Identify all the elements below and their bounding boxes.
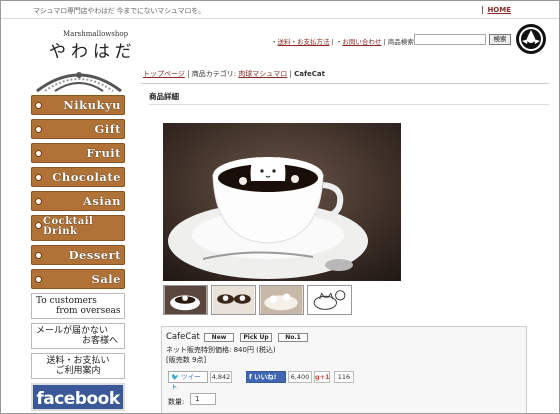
- search-button[interactable]: 検索: [489, 34, 511, 45]
- twitter-bird-icon: 🐦: [171, 373, 180, 381]
- gplus-count: 116: [334, 371, 354, 383]
- ornament-icon: [36, 72, 122, 93]
- guide-line-1: 送料・お支払い: [46, 356, 110, 366]
- product-thumbnail[interactable]: [307, 285, 352, 315]
- section-title: 商品詳細: [149, 92, 179, 101]
- product-thumbnail[interactable]: [211, 285, 256, 315]
- pickup-badge: Pick Up: [240, 333, 272, 342]
- separator: |: [331, 38, 334, 46]
- google-plus-button[interactable]: g+1: [314, 371, 330, 383]
- page-frame: マシュマロ専門店やわはだ 今までにないマシュマロを。 HOME Marshmal…: [0, 0, 560, 414]
- overseas-banner[interactable]: To customers from overseas: [31, 293, 125, 319]
- product-price: ネット販売特別価格: 840円 (税込): [166, 346, 276, 354]
- facebook-f-icon: f: [249, 373, 252, 381]
- guide-banner[interactable]: 送料・お支払い ご利用案内: [31, 353, 125, 379]
- quantity-label: 数量:: [168, 398, 185, 406]
- category-label: Gift: [94, 122, 121, 136]
- category-fruit[interactable]: Fruit: [31, 143, 125, 163]
- guide-line-2: ご利用案内: [55, 366, 101, 376]
- contact-link[interactable]: お問い合わせ: [342, 36, 381, 46]
- product-name: CafeCat: [166, 332, 200, 342]
- product-thumbnail[interactable]: [163, 285, 208, 315]
- category-cocktail-drink[interactable]: Cocktail Drink: [31, 215, 125, 241]
- divider: [149, 104, 549, 105]
- family-crest-icon: [516, 24, 546, 54]
- shop-logo[interactable]: やわはだ: [49, 37, 137, 62]
- tweet-count: 4,842: [210, 371, 232, 383]
- mail-help-banner[interactable]: メールが届かない お客様へ: [31, 323, 125, 349]
- search-input[interactable]: [414, 34, 486, 45]
- category-label: Sale: [91, 272, 121, 286]
- new-badge: New: [204, 333, 234, 342]
- home-link[interactable]: HOME: [482, 6, 511, 14]
- category-nikukyu[interactable]: Nikukyu: [31, 95, 125, 115]
- breadcrumb-category-label: 商品カテゴリ:: [191, 70, 237, 78]
- shop-tagline: マシュマロ専門店やわはだ 今までにないマシュマロを。: [33, 7, 205, 15]
- thumbnail-strip: [163, 285, 403, 315]
- facebook-banner[interactable]: facebook: [31, 383, 125, 411]
- breadcrumb: トップページ | 商品カテゴリ: 肉球マシュマロ | CafeCat: [143, 69, 325, 79]
- category-label: Chocolate: [52, 170, 121, 184]
- category-gift[interactable]: Gift: [31, 119, 125, 139]
- overseas-line-1: To customers: [36, 296, 97, 306]
- category-label: Fruit: [86, 146, 121, 160]
- search-label: 商品検索:: [387, 38, 416, 46]
- facebook-like-button[interactable]: f いいね!: [246, 371, 286, 383]
- category-dessert[interactable]: Dessert: [31, 245, 125, 265]
- mail-line-2: お客様へ: [81, 336, 118, 346]
- breadcrumb-top-link[interactable]: トップページ: [143, 70, 185, 78]
- sidebar: Nikukyu Gift Fruit Chocolate Asian Cockt…: [31, 63, 127, 411]
- shipping-link[interactable]: 送料・お支払方法: [278, 36, 330, 46]
- like-count: 6,400: [288, 371, 312, 383]
- breadcrumb-category-link[interactable]: 肉球マシュマロ: [238, 70, 287, 78]
- separator: |: [383, 38, 386, 46]
- breadcrumb-current: CafeCat: [294, 70, 325, 78]
- divider: [141, 83, 549, 84]
- product-thumbnail[interactable]: [259, 285, 304, 315]
- stock-count: [販売数 9点]: [166, 356, 207, 364]
- category-asian[interactable]: Asian: [31, 191, 125, 211]
- category-chocolate[interactable]: Chocolate: [31, 167, 125, 187]
- top-bar: マシュマロ専門店やわはだ 今までにないマシュマロを。 HOME: [1, 1, 559, 19]
- mail-line-1: メールが届かない: [36, 326, 109, 336]
- tweet-button[interactable]: 🐦 ツイート: [168, 371, 208, 391]
- product-main-image[interactable]: [163, 123, 401, 281]
- overseas-line-2: from overseas: [56, 306, 121, 316]
- like-label: いいね!: [254, 373, 277, 381]
- rank-badge: No.1: [278, 333, 308, 342]
- category-label: Nikukyu: [63, 98, 121, 112]
- category-label: Dessert: [68, 248, 121, 262]
- category-label: Cocktail Drink: [43, 216, 94, 237]
- category-label: Asian: [82, 194, 121, 208]
- category-sale[interactable]: Sale: [31, 269, 125, 289]
- quantity-input[interactable]: 1: [190, 393, 216, 405]
- product-info-box: CafeCat New Pick Up No.1 ネット販売特別価格: 840円…: [161, 326, 527, 413]
- header-nav: ・送料・お支払方法 | ・お問い合わせ | 商品検索:: [271, 36, 416, 46]
